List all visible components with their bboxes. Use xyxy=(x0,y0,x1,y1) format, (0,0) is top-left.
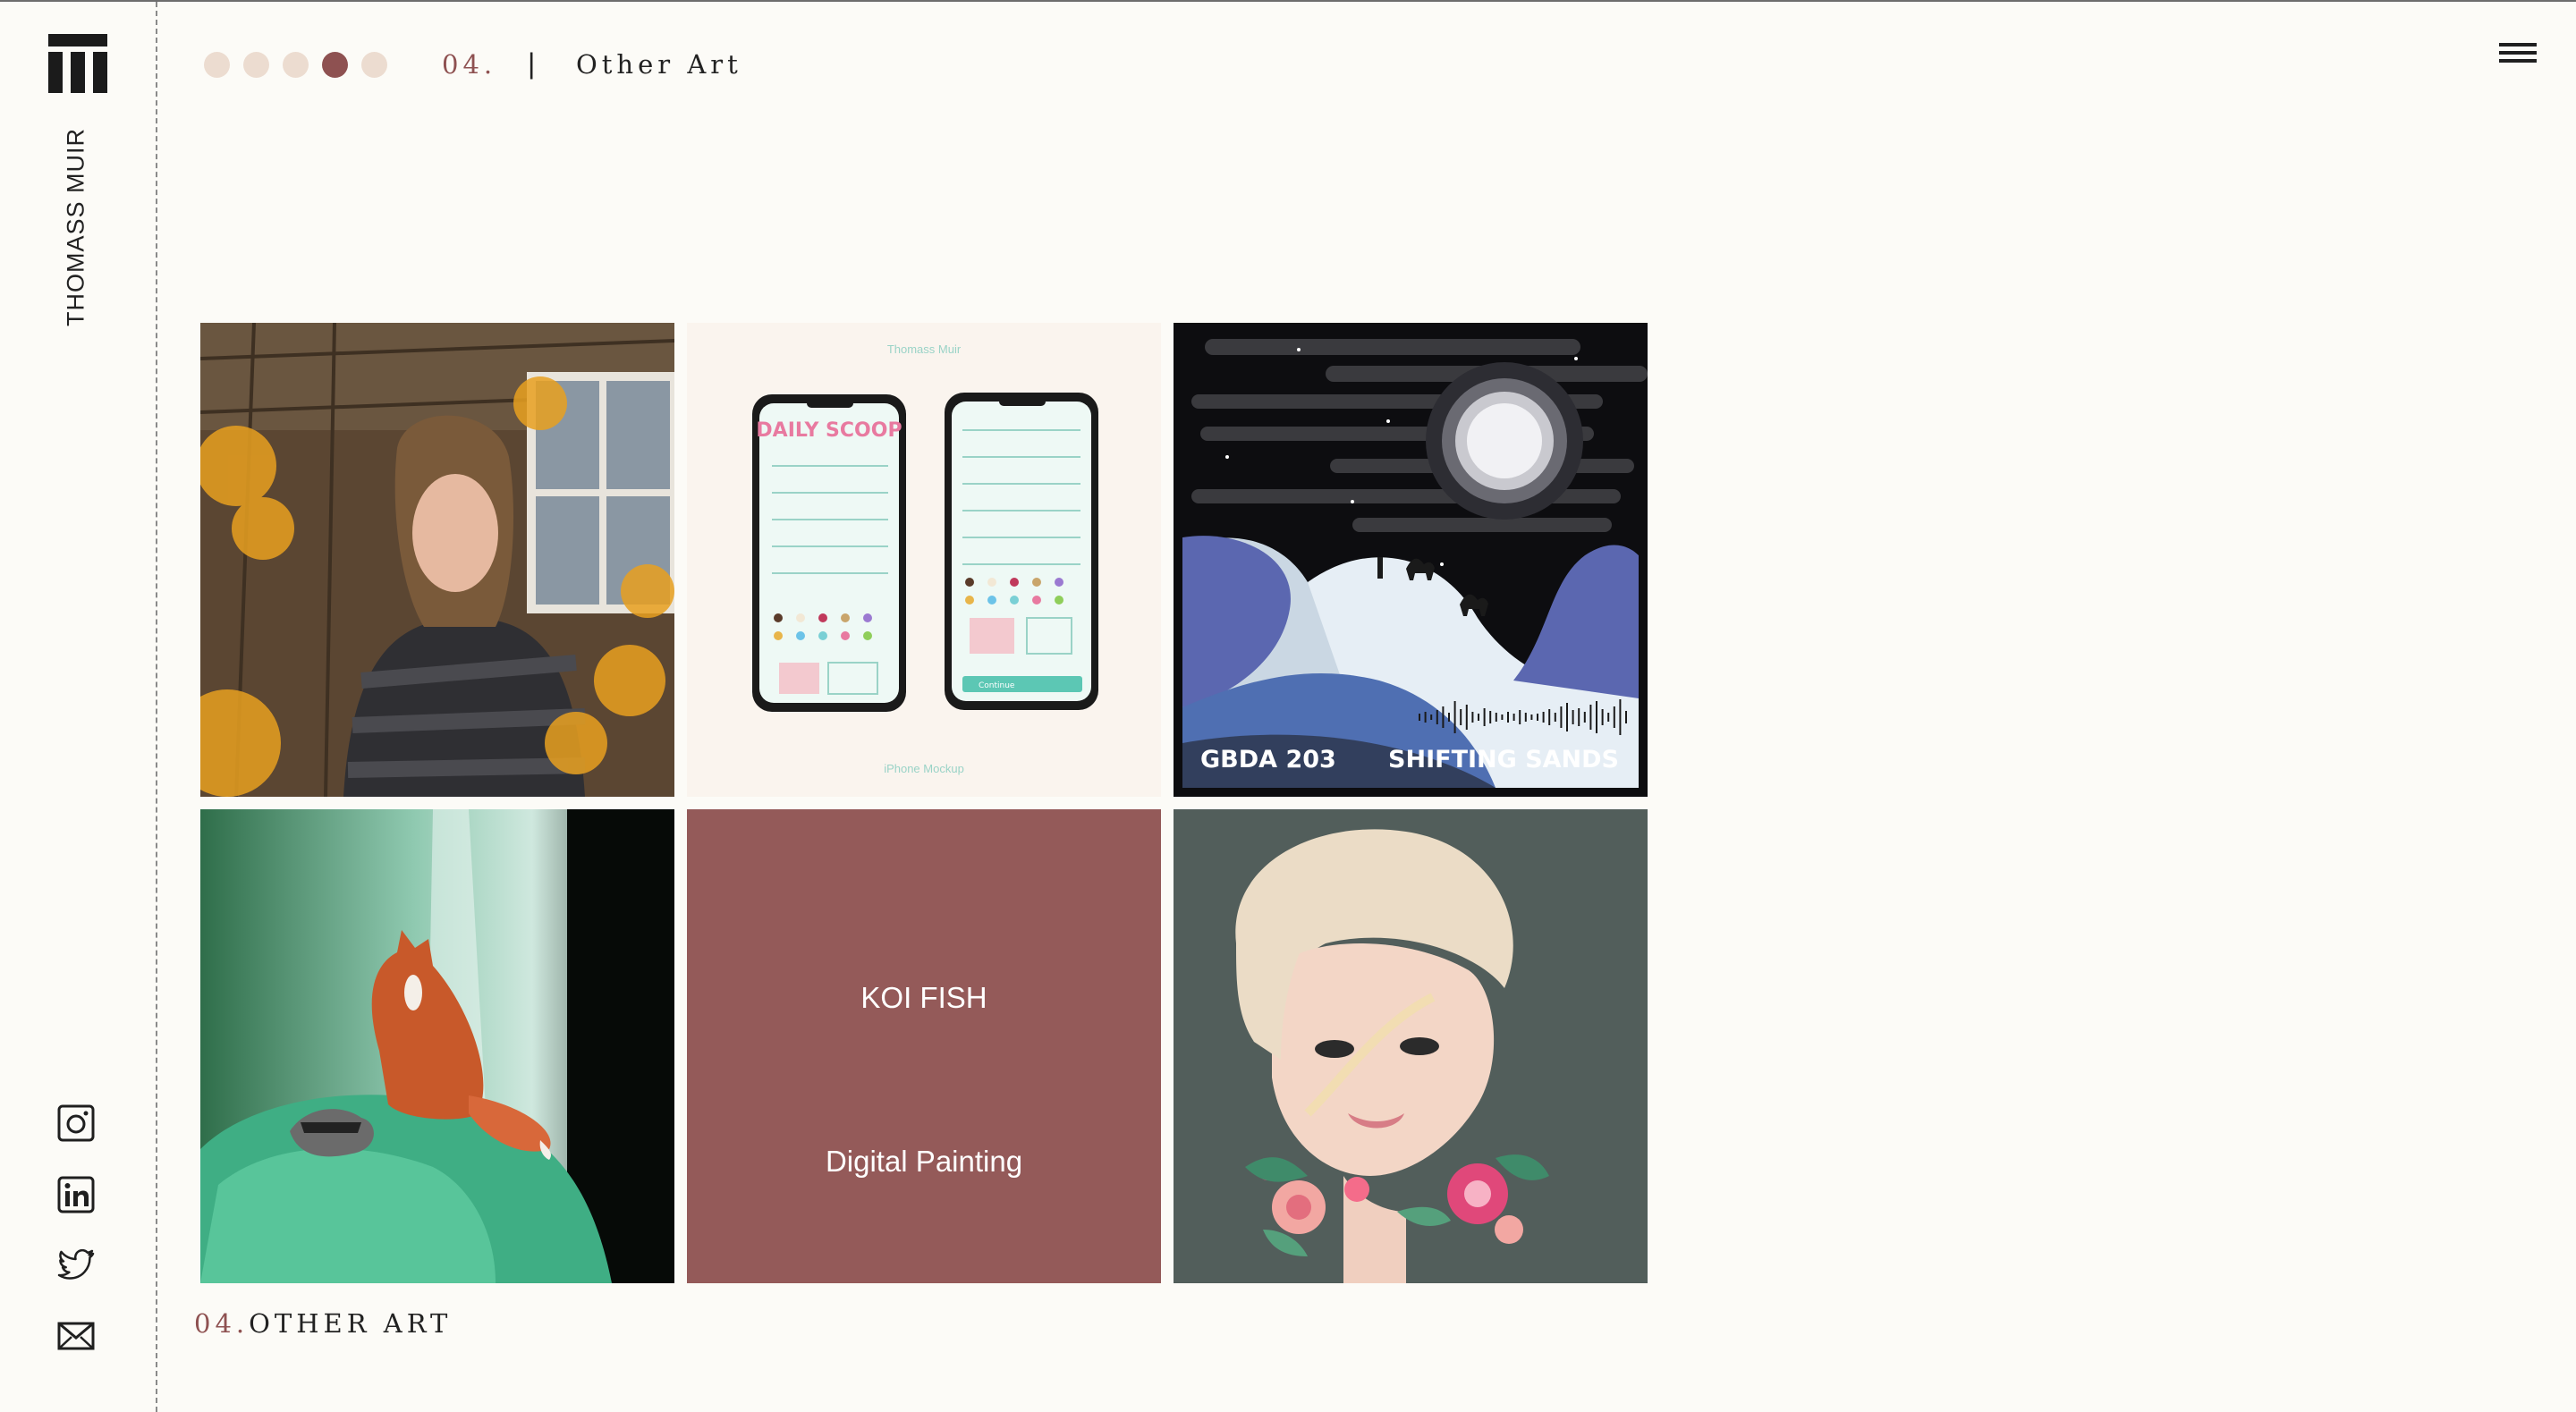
sidebar: THOMASS MUIR xyxy=(0,0,157,1412)
mockup-continue-label: Continue xyxy=(979,681,1015,690)
gallery-tile-iphone-mockup[interactable]: DAILY SCOOP Continue Thomass Muir iPhone… xyxy=(687,323,1161,797)
iphone-mockup-image: DAILY SCOOP Continue xyxy=(687,323,1161,797)
gallery-tile-portrait[interactable] xyxy=(200,323,674,797)
gallery-tile-koi-fish[interactable]: KOI FISH Digital Painting xyxy=(687,809,1161,1283)
progress-dot-2[interactable] xyxy=(243,52,269,78)
koi-subtitle: Digital Painting xyxy=(825,1145,1023,1178)
progress-dot-5[interactable] xyxy=(361,52,387,78)
mockup-caption: iPhone Mockup xyxy=(884,762,964,775)
shifting-sands-image xyxy=(1174,323,1648,797)
sidebar-divider xyxy=(156,2,157,1412)
instagram-icon[interactable] xyxy=(56,1103,96,1143)
gallery-tile-fox-painting[interactable] xyxy=(200,809,674,1283)
poster-title-label: SHIFTING SANDS xyxy=(1388,746,1619,774)
linkedin-icon[interactable] xyxy=(56,1175,96,1214)
mockup-author-caption: Thomass Muir xyxy=(886,342,962,356)
author-name: THOMASS MUIR xyxy=(62,127,89,327)
koi-title: KOI FISH xyxy=(860,981,987,1014)
footer-label-text: OTHER ART xyxy=(249,1308,453,1339)
section-footer-label: 04.OTHER ART xyxy=(194,1308,452,1339)
section-number: 04. xyxy=(442,49,497,80)
app-logo: DAILY SCOOP xyxy=(756,419,902,442)
logo-icon[interactable] xyxy=(48,34,107,93)
poster-course-label: GBDA 203 xyxy=(1200,746,1336,774)
gallery-tile-flower-portrait[interactable] xyxy=(1174,809,1648,1283)
footer-number: 04. xyxy=(194,1308,250,1339)
progress-dot-1[interactable] xyxy=(204,52,230,78)
section-progress xyxy=(204,52,387,78)
section-separator: | xyxy=(528,47,536,80)
progress-dot-3[interactable] xyxy=(283,52,309,78)
fox-painting-image xyxy=(200,809,674,1283)
portrait-image xyxy=(200,323,674,797)
gallery-tile-shifting-sands[interactable]: GBDA 203 SHIFTING SANDS xyxy=(1174,323,1648,797)
mail-icon[interactable] xyxy=(56,1316,96,1356)
section-title: Other Art xyxy=(576,49,742,80)
flower-portrait-image xyxy=(1174,809,1648,1283)
twitter-icon[interactable] xyxy=(56,1246,96,1285)
hamburger-menu-icon[interactable] xyxy=(2499,43,2537,66)
progress-dot-4[interactable] xyxy=(322,52,348,78)
top-border xyxy=(0,0,2576,2)
